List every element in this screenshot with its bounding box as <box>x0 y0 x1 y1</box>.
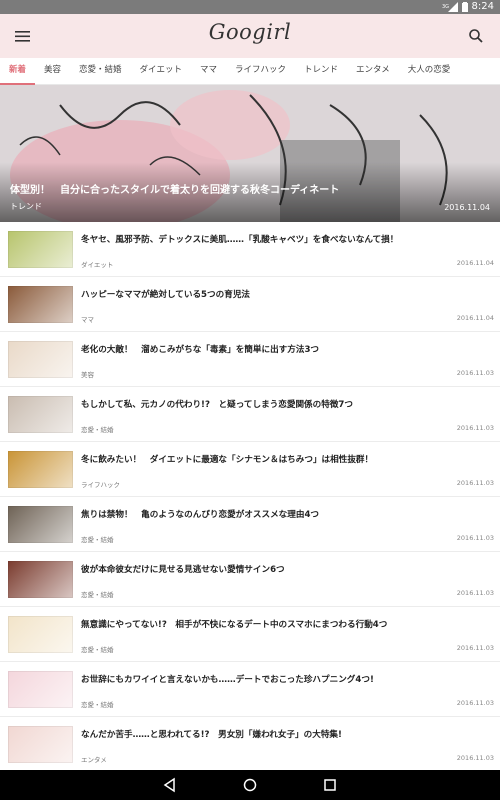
article-date: 2016.11.04 <box>456 259 494 267</box>
list-item[interactable]: なんだか苦手……と思われてる!? 男女別「嫌われ女子」の大特集! エンタメ 2016… <box>0 717 500 770</box>
list-item[interactable]: 無意識にやってない!? 相手が不快になるデート中のスマホにまつわる行動4つ 恋愛・… <box>0 607 500 662</box>
article-thumbnail <box>8 341 73 378</box>
article-category: エンタメ <box>81 756 107 764</box>
article-date: 2016.11.03 <box>456 369 494 377</box>
back-icon[interactable] <box>162 777 178 793</box>
article-date: 2016.11.03 <box>456 754 494 762</box>
list-item[interactable]: 彼が本命彼女だけに見せる見逃せない愛情サイン6つ 恋愛・結婚 2016.11.03 <box>0 552 500 607</box>
app-bar: Googirl <box>0 14 500 58</box>
tab-8[interactable]: 大人の恋愛 <box>399 58 460 85</box>
tab-6[interactable]: トレンド <box>295 58 347 85</box>
article-title: お世辞にもカワイイと言えないかも……デートでおこった珍ハプニング4つ! <box>81 675 374 685</box>
article-date: 2016.11.03 <box>456 589 494 597</box>
article-thumbnail <box>8 726 73 763</box>
tab-4[interactable]: ママ <box>191 58 226 85</box>
featured-article[interactable]: 体型別！ 自分に合ったスタイルで着太りを回避する秋冬コーディネート トレンド 2… <box>0 85 500 222</box>
article-thumbnail <box>8 396 73 433</box>
app-logo[interactable]: Googirl <box>0 20 500 44</box>
article-category: ダイエット <box>81 261 114 269</box>
article-thumbnail <box>8 451 73 488</box>
tab-0[interactable]: 新着 <box>0 58 36 85</box>
article-date: 2016.11.03 <box>456 479 494 487</box>
battery-icon <box>461 2 468 12</box>
article-date: 2016.11.03 <box>456 644 494 652</box>
article-title: もしかして私、元カノの代わり!? と疑ってしまう恋愛関係の特徴7つ <box>81 400 354 410</box>
featured-title: 体型別！ 自分に合ったスタイルで着太りを回避する秋冬コーディネート <box>10 185 340 196</box>
list-item[interactable]: 冬に飲みたい！ ダイエットに最適な「シナモン＆はちみつ」は相性抜群！ ライフハック… <box>0 442 500 497</box>
network-type: 3G <box>442 4 449 10</box>
article-title: 焦りは禁物！ 亀のようなのんびり恋愛がオススメな理由4つ <box>81 510 320 520</box>
list-item[interactable]: もしかして私、元カノの代わり!? と疑ってしまう恋愛関係の特徴7つ 恋愛・結婚 20… <box>0 387 500 442</box>
article-thumbnail <box>8 616 73 653</box>
article-title: ハッピーなママが絶対している5つの育児法 <box>81 290 251 300</box>
article-date: 2016.11.03 <box>456 424 494 432</box>
list-item[interactable]: 冬ヤセ、風邪予防、デトックスに美肌……「乳酸キャベツ」を食べないなんて損！ ダイエ… <box>0 222 500 277</box>
recents-icon[interactable] <box>322 777 338 793</box>
article-thumbnail <box>8 506 73 543</box>
article-category: 恋愛・結婚 <box>81 591 114 599</box>
article-category: ライフハック <box>81 481 120 489</box>
status-bar: 3G 8:24 <box>0 0 500 14</box>
article-category: ママ <box>81 316 94 324</box>
tab-3[interactable]: ダイエット <box>131 58 191 85</box>
article-category: 恋愛・結婚 <box>81 426 114 434</box>
tab-5[interactable]: ライフハック <box>226 58 295 85</box>
article-list: 冬ヤセ、風邪予防、デトックスに美肌……「乳酸キャベツ」を食べないなんて損！ ダイエ… <box>0 222 500 770</box>
network-icon: 3G <box>442 2 458 12</box>
article-date: 2016.11.03 <box>456 699 494 707</box>
article-category: 恋愛・結婚 <box>81 646 114 654</box>
article-category: 美容 <box>81 371 94 379</box>
category-tabs: 新着 美容 恋愛・結婚 ダイエット ママ ライフハック トレンド エンタメ 大人の恋愛 <box>0 58 500 85</box>
article-title: 老化の大敵！ 溜めこみがちな「毒素」を簡単に出す方法3つ <box>81 345 320 355</box>
list-item[interactable]: 焦りは禁物！ 亀のようなのんびり恋愛がオススメな理由4つ 恋愛・結婚 2016.11… <box>0 497 500 552</box>
article-title: なんだか苦手……と思われてる!? 男女別「嫌われ女子」の大特集! <box>81 730 342 740</box>
tab-1[interactable]: 美容 <box>35 58 70 85</box>
featured-category: トレンド <box>10 202 42 211</box>
article-thumbnail <box>8 231 73 268</box>
home-icon[interactable] <box>242 777 258 793</box>
tab-2[interactable]: 恋愛・結婚 <box>70 58 131 85</box>
navigation-bar <box>0 770 500 800</box>
list-item[interactable]: お世辞にもカワイイと言えないかも……デートでおこった珍ハプニング4つ! 恋愛・結婚… <box>0 662 500 717</box>
featured-date: 2016.11.04 <box>444 203 490 212</box>
article-date: 2016.11.04 <box>456 314 494 322</box>
article-title: 彼が本命彼女だけに見せる見逃せない愛情サイン6つ <box>81 565 285 575</box>
article-title: 冬に飲みたい！ ダイエットに最適な「シナモン＆はちみつ」は相性抜群！ <box>81 455 374 465</box>
clock: 8:24 <box>471 1 494 12</box>
article-title: 無意識にやってない!? 相手が不快になるデート中のスマホにまつわる行動4つ <box>81 620 388 630</box>
article-title: 冬ヤセ、風邪予防、デトックスに美肌……「乳酸キャベツ」を食べないなんて損！ <box>81 235 399 245</box>
list-item[interactable]: ハッピーなママが絶対している5つの育児法 ママ 2016.11.04 <box>0 277 500 332</box>
article-category: 恋愛・結婚 <box>81 701 114 709</box>
article-thumbnail <box>8 286 73 323</box>
article-thumbnail <box>8 671 73 708</box>
article-date: 2016.11.03 <box>456 534 494 542</box>
article-category: 恋愛・結婚 <box>81 536 114 544</box>
article-thumbnail <box>8 561 73 598</box>
search-icon[interactable] <box>466 26 486 46</box>
tab-7[interactable]: エンタメ <box>347 58 399 85</box>
list-item[interactable]: 老化の大敵！ 溜めこみがちな「毒素」を簡単に出す方法3つ 美容 2016.11.03 <box>0 332 500 387</box>
